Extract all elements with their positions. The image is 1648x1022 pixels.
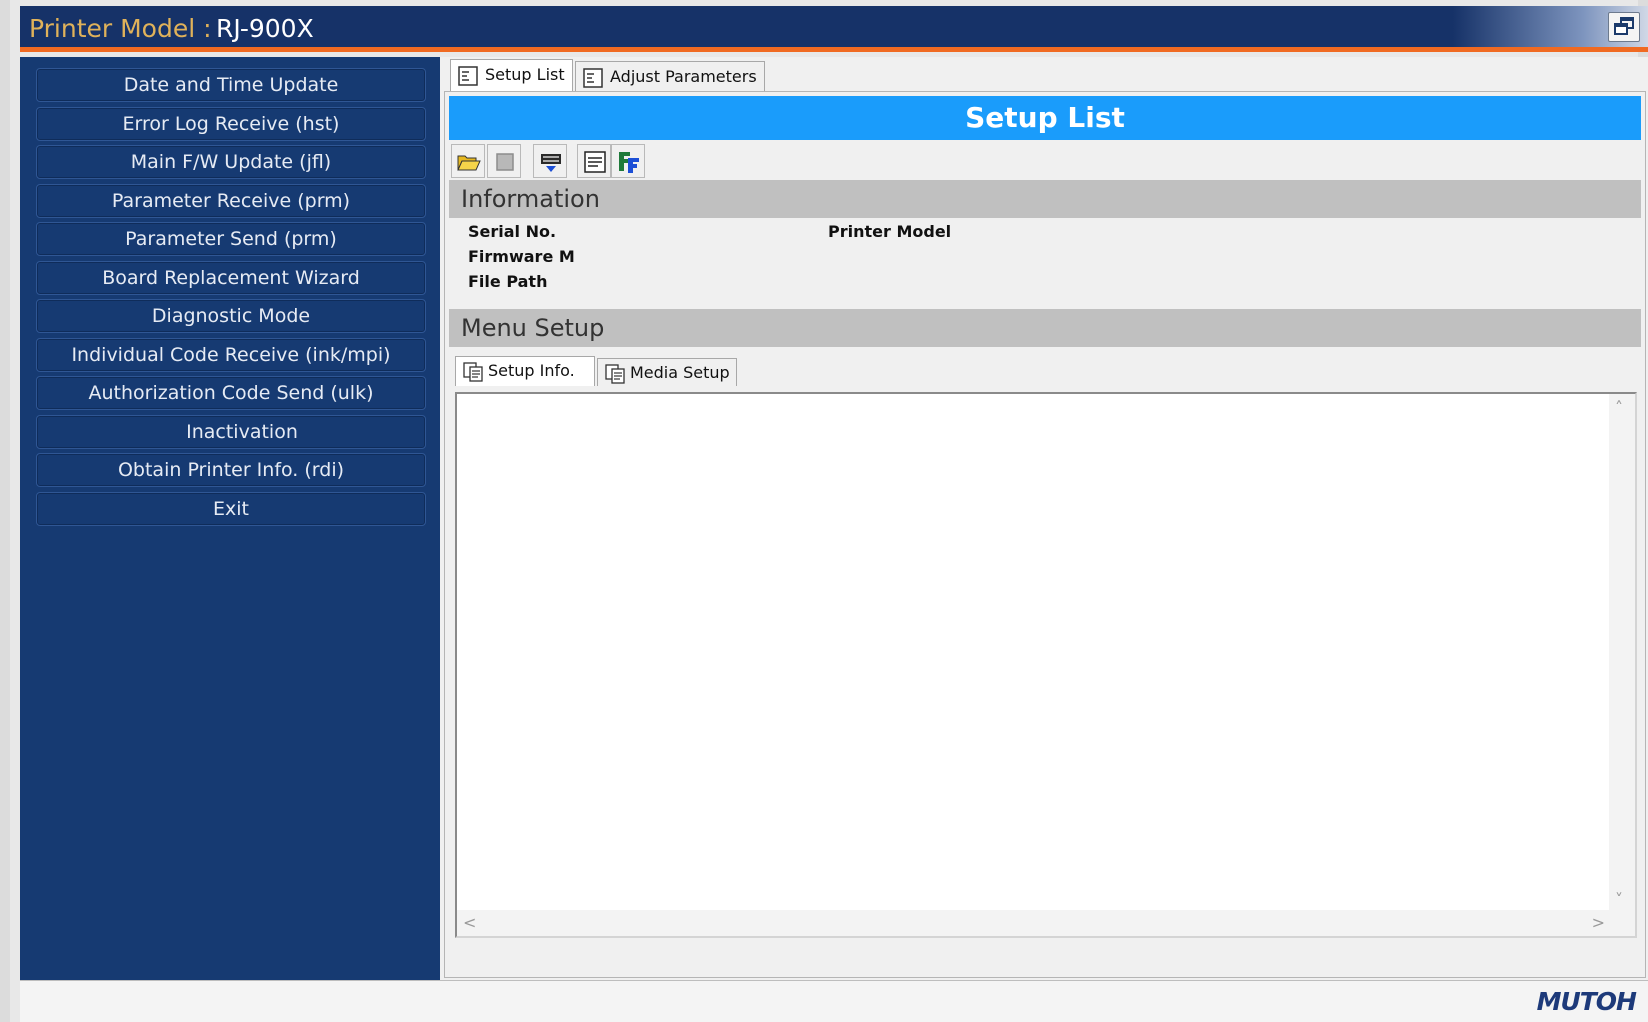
toolbar [449,142,1641,180]
scroll-up-icon[interactable]: ˄ [1615,400,1623,416]
list-document-icon [458,66,478,86]
sidebar: Date and Time Update Error Log Receive (… [20,57,440,980]
inactivation-button[interactable]: Inactivation [36,415,426,449]
tab-setup-list-label: Setup List [485,65,565,84]
printer-model-value: RJ-900X [216,14,314,43]
tab-adjust-parameters-label: Adjust Parameters [610,67,757,86]
open-button[interactable] [451,144,485,178]
printer-model-label: Printer Model : [29,14,212,43]
setup-list-panel: Setup List Information Serial No. Firmwa… [444,91,1646,978]
tab-media-setup[interactable]: Media Setup [597,358,737,386]
scroll-left-icon[interactable]: < [463,915,476,931]
individual-code-receive-button[interactable]: Individual Code Receive (ink/mpi) [36,338,426,372]
font-button[interactable] [611,144,645,178]
copy-document-icon [463,362,483,382]
setup-info-textarea[interactable]: ˄ ˅ < > [455,392,1637,938]
status-bar: MUTOH [20,980,1648,1022]
app-window: Printer Model : RJ-900X Date and Time Up… [0,0,1648,1022]
stop-icon [496,153,514,171]
board-replacement-wizard-button[interactable]: Board Replacement Wizard [36,261,426,295]
tab-adjust-parameters[interactable]: Adjust Parameters [575,61,765,91]
restore-window-button[interactable] [1608,12,1640,42]
document-button[interactable] [577,144,611,178]
open-folder-icon [457,155,481,171]
setup-list-header: Setup List [449,96,1641,140]
scroll-right-icon[interactable]: > [1592,915,1605,931]
scroll-corner [1609,910,1635,936]
printer-model-field-label: Printer Model [828,222,952,241]
serial-no-label: Serial No. [468,222,557,241]
print-button[interactable] [533,144,567,178]
obtain-printer-info-button[interactable]: Obtain Printer Info. (rdi) [36,453,426,487]
date-time-update-button[interactable]: Date and Time Update [36,68,426,102]
main-fw-update-button[interactable]: Main F/W Update (jfl) [36,145,426,179]
font-icon [619,152,639,173]
tab-media-setup-label: Media Setup [630,363,730,382]
file-path-label: File Path [468,272,548,291]
stop-button[interactable] [487,144,521,178]
tab-setup-info[interactable]: Setup Info. [455,356,595,386]
document-icon [584,151,606,173]
horizontal-scrollbar[interactable]: < > [457,910,1611,936]
list-document-icon [583,68,603,88]
title-bar: Printer Model : RJ-900X [20,6,1648,52]
tab-setup-info-label: Setup Info. [488,361,575,380]
exit-button[interactable]: Exit [36,492,426,526]
authorization-code-send-button[interactable]: Authorization Code Send (ulk) [36,376,426,410]
menu-setup-section-header: Menu Setup [449,309,1641,347]
error-log-receive-button[interactable]: Error Log Receive (hst) [36,107,426,141]
information-section-header: Information [449,180,1641,218]
restore-window-icon [1614,17,1634,35]
firmware-label: Firmware M [468,247,575,266]
main-panel: Setup List Adjust Parameters Setup List [440,57,1648,980]
tab-setup-list[interactable]: Setup List [450,59,573,91]
parameter-send-button[interactable]: Parameter Send (prm) [36,222,426,256]
printer-icon [541,154,561,172]
vertical-scrollbar[interactable]: ˄ ˅ [1609,394,1635,912]
parameter-receive-button[interactable]: Parameter Receive (prm) [36,184,426,218]
diagnostic-mode-button[interactable]: Diagnostic Mode [36,299,426,333]
copy-document-icon [605,364,625,384]
mutoh-logo: MUTOH [1536,987,1637,1016]
scroll-down-icon[interactable]: ˅ [1615,892,1623,908]
